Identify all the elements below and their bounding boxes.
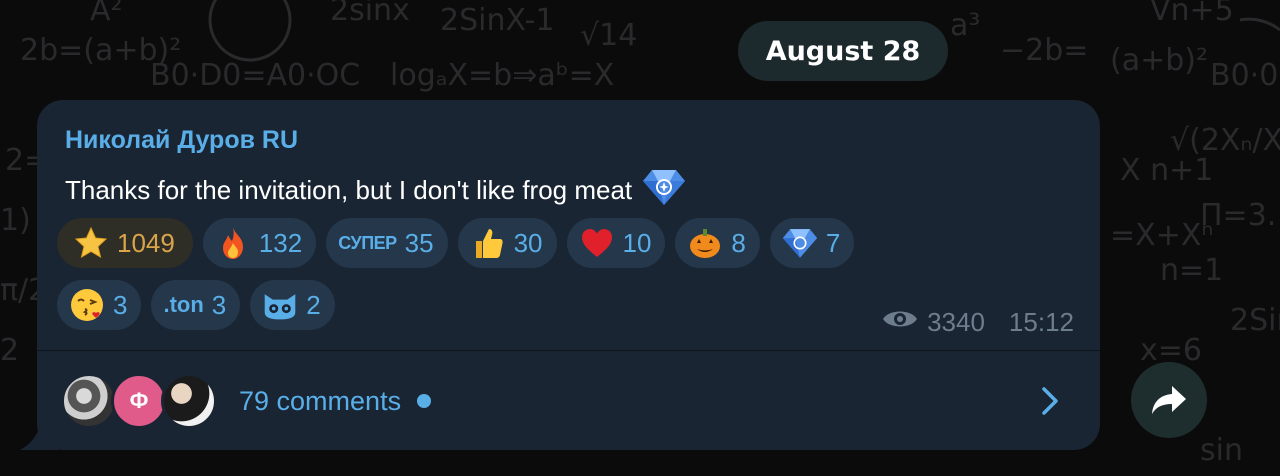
date-label: August 28 — [765, 35, 921, 67]
reaction-kiss[interactable]: 3 — [57, 280, 142, 330]
svg-text:B0·D0=A0·OC: B0·D0=A0·OC — [150, 58, 360, 93]
reaction-count: 30 — [513, 227, 543, 258]
thumbs-up-icon — [470, 225, 506, 261]
reactions-row: 1049 132 СУПЕР 35 30 10 8 7 — [57, 218, 855, 268]
svg-text:A²: A² — [90, 0, 123, 28]
reaction-fire[interactable]: 132 — [202, 218, 317, 268]
message-bubble[interactable]: Николай Дуров RU Thanks for the invitati… — [37, 100, 1100, 450]
star-icon — [73, 225, 109, 261]
views-counter: 3340 — [881, 306, 985, 339]
comments-label: 79 comments — [239, 385, 402, 416]
reaction-count: 8 — [731, 227, 746, 258]
reaction-count: 132 — [258, 227, 303, 258]
message-meta: 3340 15:12 — [881, 306, 1074, 339]
super-tag-icon: СУПЕР — [338, 232, 397, 253]
chevron-right-icon — [1042, 387, 1058, 415]
svg-text:B0·00: B0·00 — [1210, 58, 1280, 93]
ton-tag-icon: .ton — [163, 292, 204, 317]
date-separator: August 28 — [738, 21, 948, 81]
svg-text:2: 2 — [0, 333, 19, 368]
svg-text:2sinx: 2sinx — [330, 0, 410, 28]
reaction-count: 7 — [825, 227, 841, 258]
eye-icon — [881, 306, 919, 339]
gem-icon — [642, 168, 686, 213]
commenter-avatars: Ф — [61, 371, 221, 431]
reactions-row: 3 .ton 3 2 — [57, 280, 335, 330]
reaction-cat[interactable]: 2 — [250, 280, 335, 330]
kiss-face-icon — [69, 287, 105, 323]
message-time: 15:12 — [1008, 307, 1074, 337]
pumpkin-icon — [687, 225, 723, 261]
views-count: 3340 — [927, 307, 985, 337]
comments-button[interactable]: Ф 79 comments — [61, 366, 1076, 436]
gem-icon — [782, 225, 818, 261]
svg-text:Vn+5: Vn+5 — [1150, 0, 1234, 28]
reaction-star[interactable]: 1049 — [57, 218, 193, 268]
svg-text:2Sinβ: 2Sinβ — [1230, 303, 1280, 338]
svg-text:a³: a³ — [950, 8, 980, 43]
reaction-gem[interactable]: 7 — [769, 218, 855, 268]
fire-icon — [215, 225, 251, 261]
svg-text:X n+1: X n+1 — [1120, 153, 1213, 188]
reaction-count: 35 — [404, 227, 434, 258]
forward-button[interactable] — [1131, 362, 1207, 438]
message-text: Thanks for the invitation, but I don't l… — [65, 175, 633, 205]
reaction-count: 2 — [306, 289, 321, 320]
svg-text:√14: √14 — [580, 18, 637, 53]
reaction-thumbs-up[interactable]: 30 — [457, 218, 557, 268]
reaction-heart[interactable]: 10 — [566, 218, 666, 268]
svg-text:2SinX-1: 2SinX-1 — [440, 3, 554, 38]
reaction-count: 3 — [211, 289, 227, 320]
reaction-count: 1049 — [117, 227, 175, 258]
sender-name[interactable]: Николай Дуров RU — [65, 126, 298, 155]
reaction-pumpkin[interactable]: 8 — [675, 218, 760, 268]
cat-face-icon — [262, 287, 298, 323]
avatar-letter: Ф — [129, 388, 149, 413]
svg-text:sin: sin — [1200, 433, 1243, 468]
reaction-ton[interactable]: .ton 3 — [151, 280, 241, 330]
avatar — [61, 373, 117, 429]
svg-text:(a+b)²: (a+b)² — [1110, 43, 1208, 78]
svg-text:n=1: n=1 — [1160, 253, 1223, 288]
svg-text:=X+Xⁿ: =X+Xⁿ — [1110, 218, 1213, 253]
message-text-line: Thanks for the invitation, but I don't l… — [65, 168, 686, 213]
svg-text:√(2Xₙ/Xₙ/3): √(2Xₙ/Xₙ/3) — [1170, 123, 1280, 158]
heart-icon — [579, 225, 615, 261]
forward-arrow-icon — [1152, 386, 1186, 414]
avatar: Ф — [111, 373, 167, 429]
reaction-count: 3 — [113, 289, 128, 320]
unread-dot — [417, 394, 432, 408]
svg-text:−2b=: −2b= — [1000, 33, 1088, 68]
reaction-count: 10 — [622, 227, 652, 258]
svg-text:logₐX=b⇒aᵇ=X: logₐX=b⇒aᵇ=X — [390, 58, 614, 93]
avatar — [161, 373, 217, 429]
comments-divider — [37, 350, 1100, 351]
svg-text:1): 1) — [0, 203, 31, 238]
reaction-super[interactable]: СУПЕР 35 — [326, 218, 448, 268]
